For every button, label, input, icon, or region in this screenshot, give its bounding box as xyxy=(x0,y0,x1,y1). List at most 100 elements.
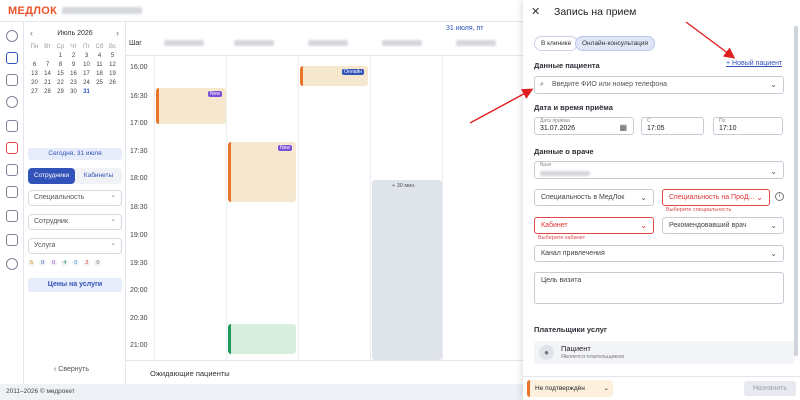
chart-icon[interactable] xyxy=(6,120,18,132)
visit-goal-textarea[interactable]: Цель визита xyxy=(534,272,784,304)
appointment-card[interactable]: New xyxy=(228,142,296,202)
collapse-label: Свернуть xyxy=(58,366,89,373)
date-header[interactable]: 31 июля, пт xyxy=(446,25,484,32)
calendar-day[interactable]: 5 xyxy=(106,53,119,59)
specialty-prodoctor-select[interactable]: Специальность на ПроД... ⌄ xyxy=(662,189,770,206)
users-icon[interactable] xyxy=(6,96,18,108)
message-icon[interactable] xyxy=(6,164,18,176)
calendar-day[interactable]: 27 xyxy=(28,89,41,95)
calendar-icon[interactable]: ▦ xyxy=(619,120,627,135)
counter[interactable]: 4 xyxy=(61,260,69,266)
calendar-day[interactable]: 22 xyxy=(54,80,67,86)
doctor-select[interactable]: Врач ⌄ xyxy=(534,161,784,179)
appointment-card[interactable]: Онлайн xyxy=(300,66,368,86)
document-icon[interactable] xyxy=(6,74,18,86)
left-panel: ‹ Июль 2026 › Пн Вт Ср Чт Пт Сб Вс 1 2 3 4 5 6 7 8 9 10 1… xyxy=(24,22,126,384)
counter[interactable]: 5 xyxy=(28,260,36,266)
calendar-day[interactable]: 21 xyxy=(41,80,54,86)
counter[interactable]: 0 xyxy=(50,260,58,266)
calendar-day[interactable]: 7 xyxy=(41,62,54,68)
calendar-day[interactable]: 14 xyxy=(41,71,54,77)
mini-calendar: Пн Вт Ср Чт Пт Сб Вс 1 2 3 4 5 6 7 8 9 10 11 12 13 14 15 16 17 1… xyxy=(28,44,119,95)
calendar-day[interactable]: 25 xyxy=(93,80,106,86)
waiting-patients-bar[interactable]: Ожидающие пациенты xyxy=(126,360,523,384)
referring-doctor-label: Рекомендовавший врач xyxy=(669,222,747,229)
time-to-field[interactable]: По 17:10 xyxy=(713,117,783,135)
info-icon[interactable]: i xyxy=(775,192,784,201)
scrollbar[interactable] xyxy=(794,26,798,356)
calendar-day[interactable]: 12 xyxy=(106,62,119,68)
close-icon[interactable]: ✕ xyxy=(531,5,540,18)
time-to-value: 17:10 xyxy=(719,125,737,132)
calendar-day[interactable]: 24 xyxy=(80,80,93,86)
calendar-day[interactable]: 3 xyxy=(80,53,93,59)
ruble-icon[interactable] xyxy=(6,210,18,222)
step-label[interactable]: Шаг xyxy=(129,40,142,47)
counter[interactable]: 0 xyxy=(72,260,80,266)
calendar-day[interactable]: 11 xyxy=(93,62,106,68)
calendar-icon[interactable] xyxy=(6,52,18,64)
calendar-day[interactable]: 30 xyxy=(67,89,80,95)
today-button[interactable]: Сегодня, 31 июля xyxy=(28,148,122,160)
calendar-day[interactable]: 9 xyxy=(67,62,80,68)
tab-in-clinic[interactable]: В клинике xyxy=(534,36,579,51)
collapse-button[interactable]: ‹ Свернуть xyxy=(54,366,89,373)
cabinet-error: Выберите кабинет xyxy=(538,235,586,241)
counter[interactable]: 0 xyxy=(94,260,102,266)
calendar-day[interactable]: 10 xyxy=(80,62,93,68)
tab-online-consultation[interactable]: Онлайн-консультация xyxy=(575,36,655,51)
calendar-day[interactable]: 15 xyxy=(54,71,67,77)
calendar-day[interactable]: 1 xyxy=(54,53,67,59)
calendar-day[interactable]: 31 xyxy=(80,89,93,95)
calendar-day[interactable]: 13 xyxy=(28,71,41,77)
employee-filter[interactable]: Сотрудник xyxy=(28,213,122,230)
status-select[interactable]: Не подтверждён ⌄ xyxy=(527,380,613,397)
specialty-medlock-select[interactable]: Специальность в МедЛок ⌄ xyxy=(534,189,654,206)
time-label: 16:00 xyxy=(130,64,148,71)
channel-select[interactable]: Канал привлечения ⌄ xyxy=(534,245,784,262)
appointment-card[interactable] xyxy=(228,324,296,354)
calendar-day[interactable]: 20 xyxy=(28,80,41,86)
column-divider xyxy=(370,56,371,360)
appointment-card[interactable]: New xyxy=(156,88,226,124)
calendar-day[interactable]: 17 xyxy=(80,71,93,77)
settings-icon[interactable] xyxy=(6,258,18,270)
time-from-field[interactable]: С 17:05 xyxy=(641,117,704,135)
assign-button[interactable]: Назначить xyxy=(744,381,796,396)
calendar-day[interactable]: 19 xyxy=(106,71,119,77)
calendar-day[interactable]: 8 xyxy=(54,62,67,68)
app-logo[interactable]: МЕДЛОК xyxy=(8,5,57,17)
payer-card[interactable]: ● Пациент Является плательщиком xyxy=(534,341,795,364)
patient-search-input[interactable]: ⌕ Введите ФИО или номер телефона ⌄ xyxy=(534,76,784,94)
home-icon[interactable] xyxy=(6,30,18,42)
calendar-day[interactable]: 6 xyxy=(28,62,41,68)
date-field[interactable]: Дата приёма 31.07.2026 ▦ xyxy=(534,117,634,135)
box-icon[interactable] xyxy=(6,186,18,198)
calendar-day[interactable]: 29 xyxy=(54,89,67,95)
calendar-day[interactable]: 28 xyxy=(41,89,54,95)
calendar-day[interactable]: 26 xyxy=(106,80,119,86)
specialty-filter[interactable]: Специальность xyxy=(28,189,122,206)
puzzle-icon[interactable] xyxy=(6,234,18,246)
weekday-label: Вт xyxy=(44,44,51,50)
calendar-day[interactable]: 23 xyxy=(67,80,80,86)
next-month-icon[interactable]: › xyxy=(116,28,119,38)
column-divider xyxy=(154,56,155,360)
calendar-day[interactable]: 16 xyxy=(67,71,80,77)
cabinet-label: Кабинет xyxy=(541,222,568,229)
cabinet-select[interactable]: Кабинет ⌄ xyxy=(534,217,654,234)
prices-button[interactable]: Цены на услуги xyxy=(28,278,122,292)
referring-doctor-select[interactable]: Рекомендовавший врач ⌄ xyxy=(662,217,784,234)
service-filter[interactable]: Услуга xyxy=(28,237,122,254)
selected-slot[interactable]: + 30 мин. xyxy=(372,180,442,360)
calendar-day[interactable]: 4 xyxy=(93,53,106,59)
counter[interactable]: 2 xyxy=(83,260,91,266)
doctor-section-title: Данные о враче xyxy=(534,147,594,156)
tab-employees[interactable]: Сотрудники xyxy=(28,168,75,184)
tab-cabinets[interactable]: Кабинеты xyxy=(75,168,122,184)
calendar-day[interactable]: 2 xyxy=(67,53,80,59)
new-patient-link[interactable]: + Новый пациент xyxy=(726,60,782,67)
counter[interactable]: 0 xyxy=(39,260,47,266)
tasks-icon[interactable] xyxy=(6,142,18,154)
calendar-day[interactable]: 18 xyxy=(93,71,106,77)
